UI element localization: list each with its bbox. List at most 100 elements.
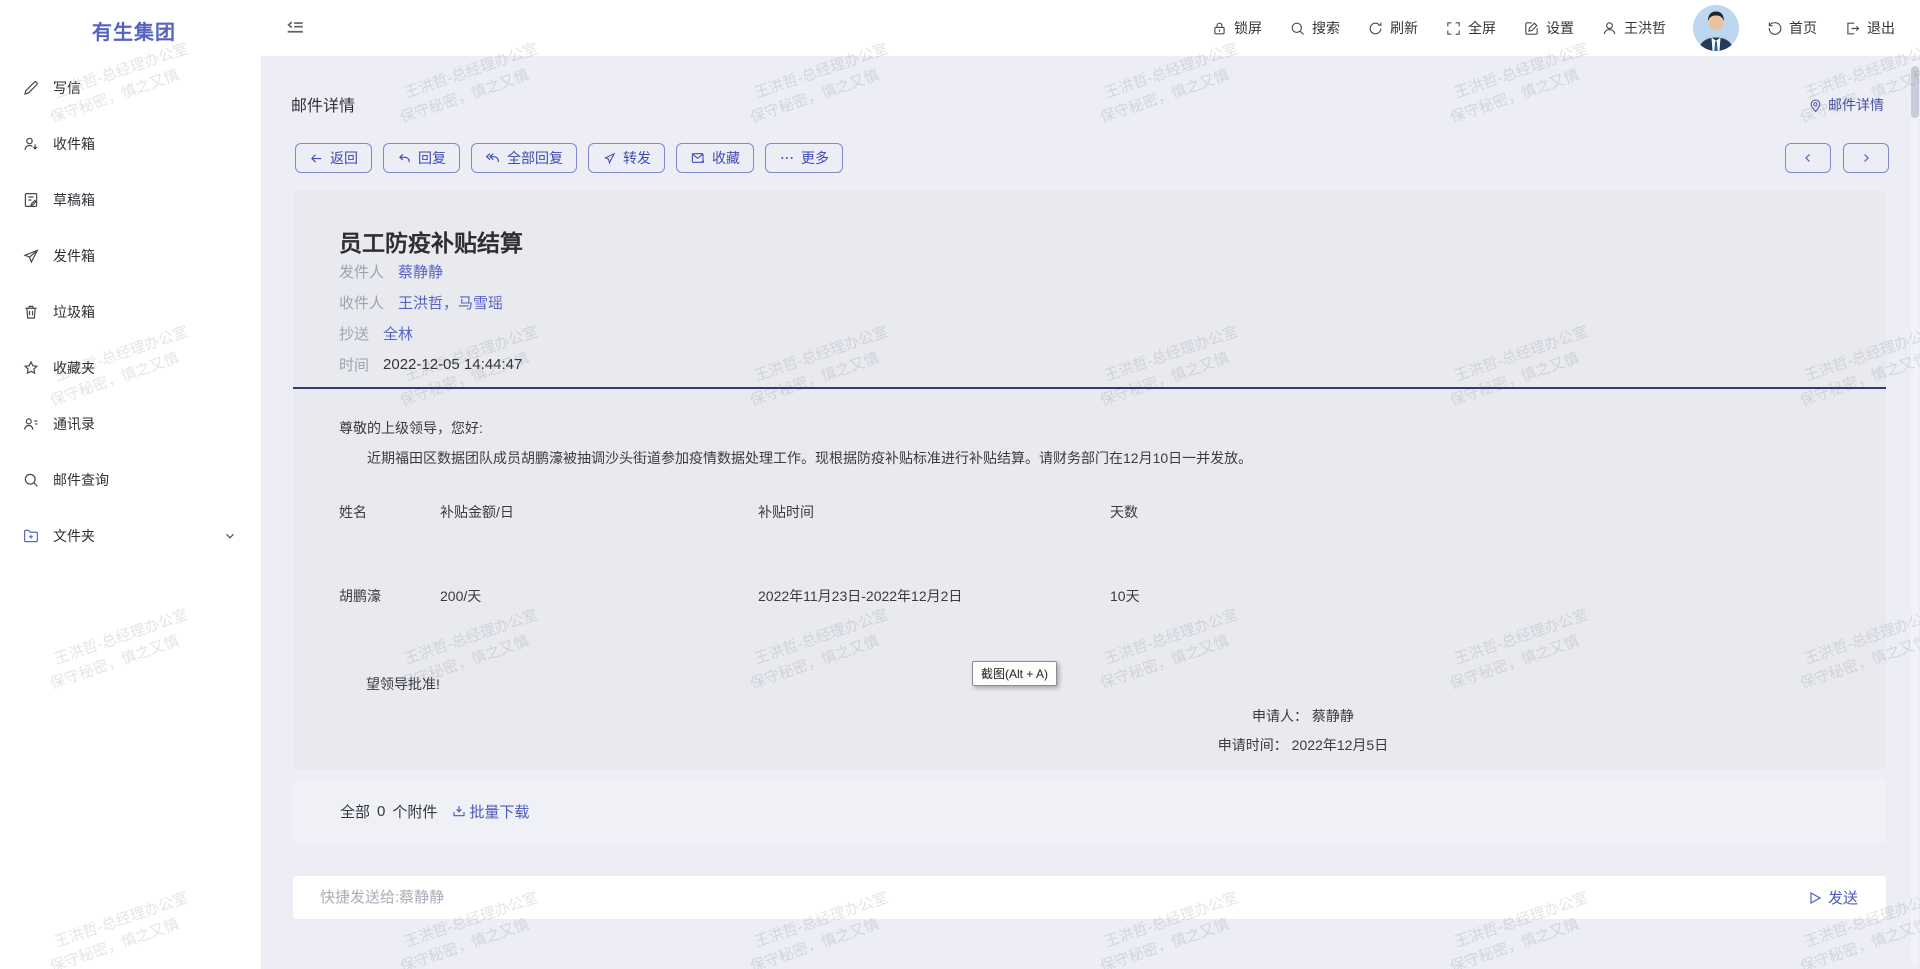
sidebar-item-label: 文件夹 bbox=[53, 526, 95, 546]
sidebar-item-trash[interactable]: 垃圾箱 bbox=[0, 284, 261, 340]
undo-home-icon bbox=[1766, 20, 1783, 37]
sidebar-item-label: 写信 bbox=[53, 78, 81, 98]
sidebar-item-folders[interactable]: 文件夹 bbox=[0, 508, 261, 564]
time-label: 时间 bbox=[339, 354, 369, 375]
back-button[interactable]: 返回 bbox=[295, 143, 372, 173]
cell-amount: 200/天 bbox=[440, 586, 758, 606]
fullscreen-icon bbox=[1445, 20, 1462, 37]
to-label: 收件人 bbox=[339, 292, 384, 313]
to-contacts[interactable]: 王洪哲，马雪瑶 bbox=[398, 292, 503, 313]
mail-star-icon bbox=[690, 150, 706, 166]
batch-download-link[interactable]: 批量下载 bbox=[451, 801, 529, 822]
cc-contact[interactable]: 全林 bbox=[383, 323, 413, 344]
attachments-suffix: 个附件 bbox=[392, 801, 437, 822]
sidebar-item-label: 垃圾箱 bbox=[53, 302, 95, 322]
star-icon bbox=[22, 359, 40, 377]
quick-send-bar: 发送 bbox=[293, 876, 1886, 919]
back-label: 返回 bbox=[330, 148, 358, 168]
search-label: 搜索 bbox=[1312, 18, 1340, 38]
settings-edit-square-icon bbox=[1523, 20, 1540, 37]
settings-button[interactable]: 设置 bbox=[1523, 18, 1574, 38]
search-button[interactable]: 搜索 bbox=[1289, 18, 1340, 38]
fullscreen-label: 全屏 bbox=[1468, 18, 1496, 38]
lock-screen-label: 锁屏 bbox=[1234, 18, 1262, 38]
topbar: 有生集团 锁屏 bbox=[0, 0, 1920, 56]
user-icon bbox=[1601, 20, 1618, 37]
scrollbar-track bbox=[1911, 58, 1919, 966]
location-pin-icon bbox=[1808, 98, 1823, 113]
logout-button[interactable]: 退出 bbox=[1844, 18, 1895, 38]
sidebar-nav: 写信 收件箱 草稿箱 bbox=[0, 60, 261, 564]
paper-plane-icon bbox=[22, 247, 40, 265]
table-header-row: 姓名 补贴金额/日 补贴时间 天数 bbox=[339, 502, 1839, 586]
apply-time-line: 申请时间： 2022年12月5日 bbox=[1153, 731, 1453, 760]
mail-paragraph: 近期福田区数据团队成员胡鹏濠被抽调沙头街道参加疫情数据处理工作。现根据防疫补贴标… bbox=[339, 446, 1809, 470]
more-button[interactable]: 更多 bbox=[765, 143, 843, 173]
company-logo: 有生集团 bbox=[92, 16, 176, 45]
reply-all-button[interactable]: 全部回复 bbox=[471, 143, 577, 173]
time-value: 2022-12-05 14:44:47 bbox=[383, 356, 522, 373]
chevron-right-icon bbox=[1859, 151, 1873, 165]
sidebar-item-contacts[interactable]: 通讯录 bbox=[0, 396, 261, 452]
reply-button[interactable]: 回复 bbox=[383, 143, 460, 173]
logout-label: 退出 bbox=[1867, 18, 1895, 38]
mail-detail-card: 员工防疫补贴结算 发件人 蔡静静 收件人 王洪哲，马雪瑶 抄送 全林 时间 20… bbox=[293, 190, 1886, 770]
favorite-button[interactable]: 收藏 bbox=[676, 143, 754, 173]
lock-screen-button[interactable]: 锁屏 bbox=[1211, 18, 1262, 38]
breadcrumb: 邮件详情 bbox=[1808, 95, 1884, 115]
arrow-left-icon bbox=[309, 151, 324, 166]
sidebar-item-mail-search[interactable]: 邮件查询 bbox=[0, 452, 261, 508]
next-mail-button[interactable] bbox=[1843, 143, 1889, 173]
reply-all-label: 全部回复 bbox=[507, 148, 563, 168]
sidebar-item-drafts[interactable]: 草稿箱 bbox=[0, 172, 261, 228]
previous-mail-button[interactable] bbox=[1785, 143, 1831, 173]
mail-subject: 员工防疫补贴结算 bbox=[339, 224, 523, 258]
sidebar-item-favorites[interactable]: 收藏夹 bbox=[0, 340, 261, 396]
sidebar-item-inbox[interactable]: 收件箱 bbox=[0, 116, 261, 172]
from-contact[interactable]: 蔡静静 bbox=[398, 261, 443, 282]
send-button[interactable]: 发送 bbox=[1807, 887, 1858, 908]
applicant-line: 申请人： 蔡静静 bbox=[1153, 702, 1453, 731]
sidebar-item-compose[interactable]: 写信 bbox=[0, 60, 261, 116]
home-button[interactable]: 首页 bbox=[1766, 18, 1817, 38]
col-period: 补贴时间 bbox=[758, 502, 1110, 586]
forward-button[interactable]: 转发 bbox=[588, 143, 665, 173]
download-icon bbox=[451, 803, 467, 819]
reply-all-icon bbox=[485, 150, 501, 166]
logout-icon bbox=[1844, 20, 1861, 37]
refresh-button[interactable]: 刷新 bbox=[1367, 18, 1418, 38]
sidebar-collapse-button[interactable] bbox=[284, 18, 306, 40]
table-row: 胡鹏濠 200/天 2022年11月23日-2022年12月2日 10天 bbox=[339, 586, 1839, 606]
send-label: 发送 bbox=[1828, 887, 1858, 908]
draft-icon bbox=[22, 191, 40, 209]
from-label: 发件人 bbox=[339, 261, 384, 282]
attachments-prefix: 全部 bbox=[340, 801, 370, 822]
topbar-actions: 锁屏 搜索 刷新 bbox=[1211, 0, 1895, 56]
mail-pager bbox=[1785, 143, 1889, 173]
sidebar-item-label: 通讯录 bbox=[53, 414, 95, 434]
lock-icon bbox=[1211, 20, 1228, 37]
mail-to-row: 收件人 王洪哲，马雪瑶 bbox=[339, 287, 522, 318]
current-user-button[interactable]: 王洪哲 bbox=[1601, 18, 1666, 38]
mail-action-toolbar: 返回 回复 全部回复 转发 bbox=[295, 143, 843, 173]
quick-send-input[interactable] bbox=[320, 889, 1807, 906]
pencil-icon bbox=[22, 79, 40, 97]
chevron-left-icon bbox=[1801, 151, 1815, 165]
menu-fold-icon bbox=[284, 18, 306, 40]
scrollbar-thumb[interactable] bbox=[1911, 66, 1919, 118]
contacts-icon bbox=[22, 415, 40, 433]
refresh-label: 刷新 bbox=[1390, 18, 1418, 38]
forward-icon bbox=[602, 151, 617, 166]
col-days: 天数 bbox=[1110, 502, 1839, 586]
attachments-count: 0 bbox=[377, 803, 385, 820]
sidebar-item-label: 草稿箱 bbox=[53, 190, 95, 210]
cell-period: 2022年11月23日-2022年12月2日 bbox=[758, 586, 1110, 606]
sidebar-item-sent[interactable]: 发件箱 bbox=[0, 228, 261, 284]
fullscreen-button[interactable]: 全屏 bbox=[1445, 18, 1496, 38]
subsidy-table: 姓名 补贴金额/日 补贴时间 天数 胡鹏濠 200/天 2022年11月23日-… bbox=[339, 502, 1839, 606]
user-avatar[interactable] bbox=[1693, 5, 1739, 51]
mail-meta: 发件人 蔡静静 收件人 王洪哲，马雪瑶 抄送 全林 时间 2022-12-05 … bbox=[339, 256, 522, 380]
trash-icon bbox=[22, 303, 40, 321]
chevron-down-icon[interactable] bbox=[223, 529, 237, 543]
mail-cc-row: 抄送 全林 bbox=[339, 318, 522, 349]
